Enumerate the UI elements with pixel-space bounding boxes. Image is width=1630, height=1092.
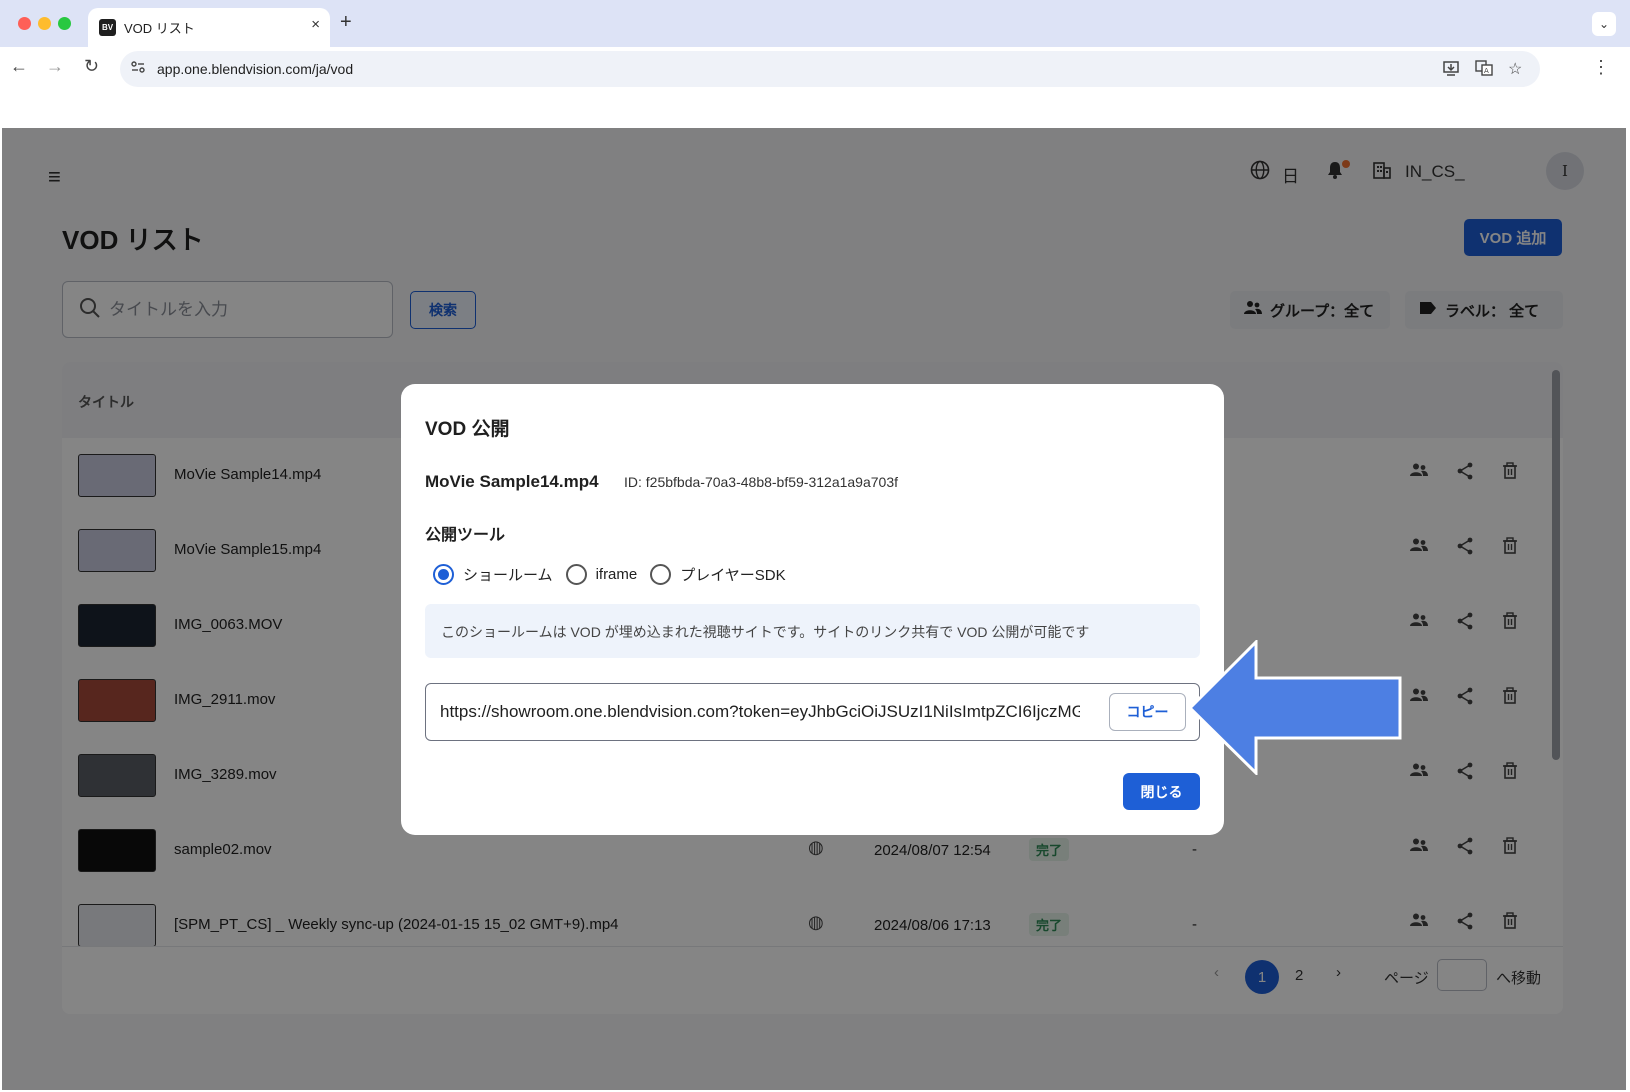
- tab-close-icon[interactable]: ×: [311, 16, 320, 33]
- back-icon[interactable]: ←: [10, 56, 28, 77]
- new-tab-button[interactable]: +: [340, 11, 352, 34]
- forward-icon[interactable]: →: [46, 56, 64, 77]
- svg-text:A: A: [1484, 67, 1489, 75]
- tab-search-button[interactable]: ⌄: [1592, 12, 1616, 36]
- radio-unchecked-icon[interactable]: [565, 563, 587, 585]
- address-bar[interactable]: app.one.blendvision.com/ja/vod A ☆: [120, 51, 1540, 87]
- dialog-title: VOD 公開: [425, 419, 510, 440]
- close-button[interactable]: 閉じる: [1123, 773, 1200, 810]
- install-app-icon[interactable]: [1442, 59, 1460, 82]
- copy-button[interactable]: コピー: [1109, 693, 1186, 731]
- radio-player-sdk[interactable]: プレイヤーSDK: [650, 563, 786, 585]
- translate-icon[interactable]: A: [1475, 59, 1493, 82]
- reload-icon[interactable]: ↻: [84, 56, 99, 77]
- maximize-window-button[interactable]: [58, 17, 71, 30]
- publish-tool-radio-group: ショールーム iframe プレイヤーSDK: [433, 562, 799, 586]
- radio-iframe[interactable]: iframe: [565, 563, 638, 585]
- browser-tab[interactable]: BV VOD リスト ×: [88, 8, 330, 47]
- browser-chrome: BV VOD リスト × + ⌄ ← → ↻ app.one.blendvisi…: [0, 0, 1630, 128]
- file-name: MoVie Sample14.mp4: [425, 472, 599, 491]
- share-url-field[interactable]: https://showroom.one.blendvision.com?tok…: [425, 683, 1200, 741]
- radio-iframe-label: iframe: [595, 565, 638, 583]
- publish-tool-heading: 公開ツール: [425, 527, 506, 544]
- bookmark-star-icon[interactable]: ☆: [1508, 59, 1522, 79]
- radio-player-sdk-label: プレイヤーSDK: [680, 566, 786, 584]
- tab-title: VOD リスト: [124, 21, 195, 36]
- file-id: ID: f25bfbda-70a3-48b8-bf59-312a1a9a703f: [624, 474, 898, 490]
- browser-menu-icon[interactable]: ⋮: [1592, 57, 1610, 78]
- site-info-icon[interactable]: [130, 59, 146, 78]
- tab-strip: BV VOD リスト × + ⌄: [0, 0, 1630, 47]
- share-url-text[interactable]: https://showroom.one.blendvision.com?tok…: [440, 702, 1080, 722]
- publish-vod-dialog: VOD 公開 MoVie Sample14.mp4 ID: f25bfbda-7…: [401, 384, 1224, 835]
- callout-arrow-icon: [1188, 640, 1402, 775]
- favicon-icon: BV: [99, 19, 116, 36]
- browser-toolbar: ← → ↻ app.one.blendvision.com/ja/vod A ☆…: [0, 47, 1630, 91]
- url-text: app.one.blendvision.com/ja/vod: [157, 61, 354, 77]
- close-window-button[interactable]: [18, 17, 31, 30]
- radio-showroom[interactable]: ショールーム: [433, 563, 553, 585]
- info-message: このショールームは VOD が埋め込まれた視聴サイトです。サイトのリンク共有で …: [425, 604, 1200, 658]
- radio-checked-icon[interactable]: [433, 563, 454, 585]
- radio-unchecked-icon[interactable]: [650, 563, 672, 585]
- radio-showroom-label: ショールーム: [463, 566, 553, 584]
- minimize-window-button[interactable]: [38, 17, 51, 30]
